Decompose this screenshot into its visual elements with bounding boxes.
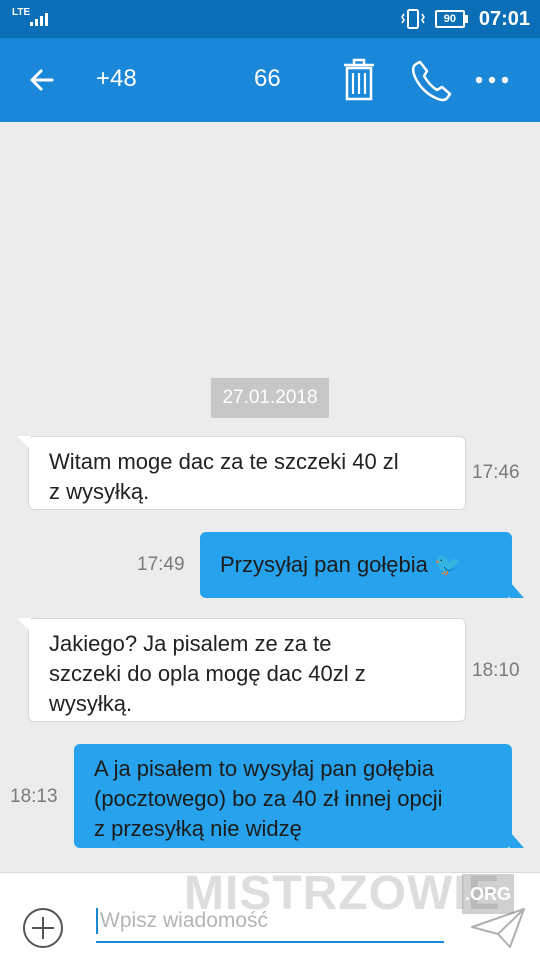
incoming-message[interactable]: Jakiego? Ja pisalem ze za te szczeki do … xyxy=(17,618,466,722)
battery-level: 90 xyxy=(443,13,456,25)
message-line: Jakiego? Ja pisalem ze za te xyxy=(49,631,332,656)
message-time: 17:49 xyxy=(137,554,185,575)
watermark-org: .ORG xyxy=(462,874,514,914)
network-type: LTE xyxy=(12,7,31,18)
watermark-logo: MISTRZOWIE xyxy=(184,867,501,920)
date-separator: 27.01.2018 xyxy=(211,378,329,418)
outgoing-message[interactable]: Przysyłaj pan gołębia 🐦 xyxy=(200,532,524,598)
message-line: szczeki do opla mogę dac 40zl z xyxy=(49,661,366,686)
plus-icon[interactable] xyxy=(22,907,64,949)
back-arrow-icon[interactable] xyxy=(26,64,58,96)
text-caret xyxy=(96,908,98,934)
contact-number-tail[interactable]: 66 xyxy=(254,65,281,93)
conversation-toolbar: +48 66 xyxy=(0,38,540,122)
more-icon[interactable] xyxy=(474,64,510,96)
trash-icon[interactable] xyxy=(340,56,378,102)
message-line: Przysyłaj pan gołębia 🐦 xyxy=(220,552,462,577)
status-time: 07:01 xyxy=(478,7,530,30)
message-time: 18:10 xyxy=(472,660,520,681)
phone-icon[interactable] xyxy=(410,58,454,102)
signal-icon xyxy=(30,13,48,26)
message-time: 17:46 xyxy=(472,462,520,483)
message-line: z wysyłką. xyxy=(49,479,150,504)
battery-indicator: 90 xyxy=(434,10,468,28)
status-bar: LTE 90 07:01 xyxy=(0,0,540,38)
vibrate-icon xyxy=(400,9,425,29)
message-time: 18:13 xyxy=(10,786,58,807)
contact-number[interactable]: +48 xyxy=(96,65,137,93)
message-line: wysyłką. xyxy=(49,691,133,716)
message-line: A ja pisałem to wysyłaj pan gołębia xyxy=(94,756,434,781)
incoming-message[interactable]: Witam moge dac za te szczeki 40 zl z wys… xyxy=(17,436,466,510)
message-line: z przesyłką nie widzę xyxy=(94,816,302,841)
outgoing-message[interactable]: A ja pisałem to wysyłaj pan gołębia (poc… xyxy=(74,744,524,848)
message-line: Witam moge dac za te szczeki 40 zl xyxy=(49,449,399,474)
message-line: (pocztowego) bo za 40 zł innej opcji xyxy=(94,786,443,811)
